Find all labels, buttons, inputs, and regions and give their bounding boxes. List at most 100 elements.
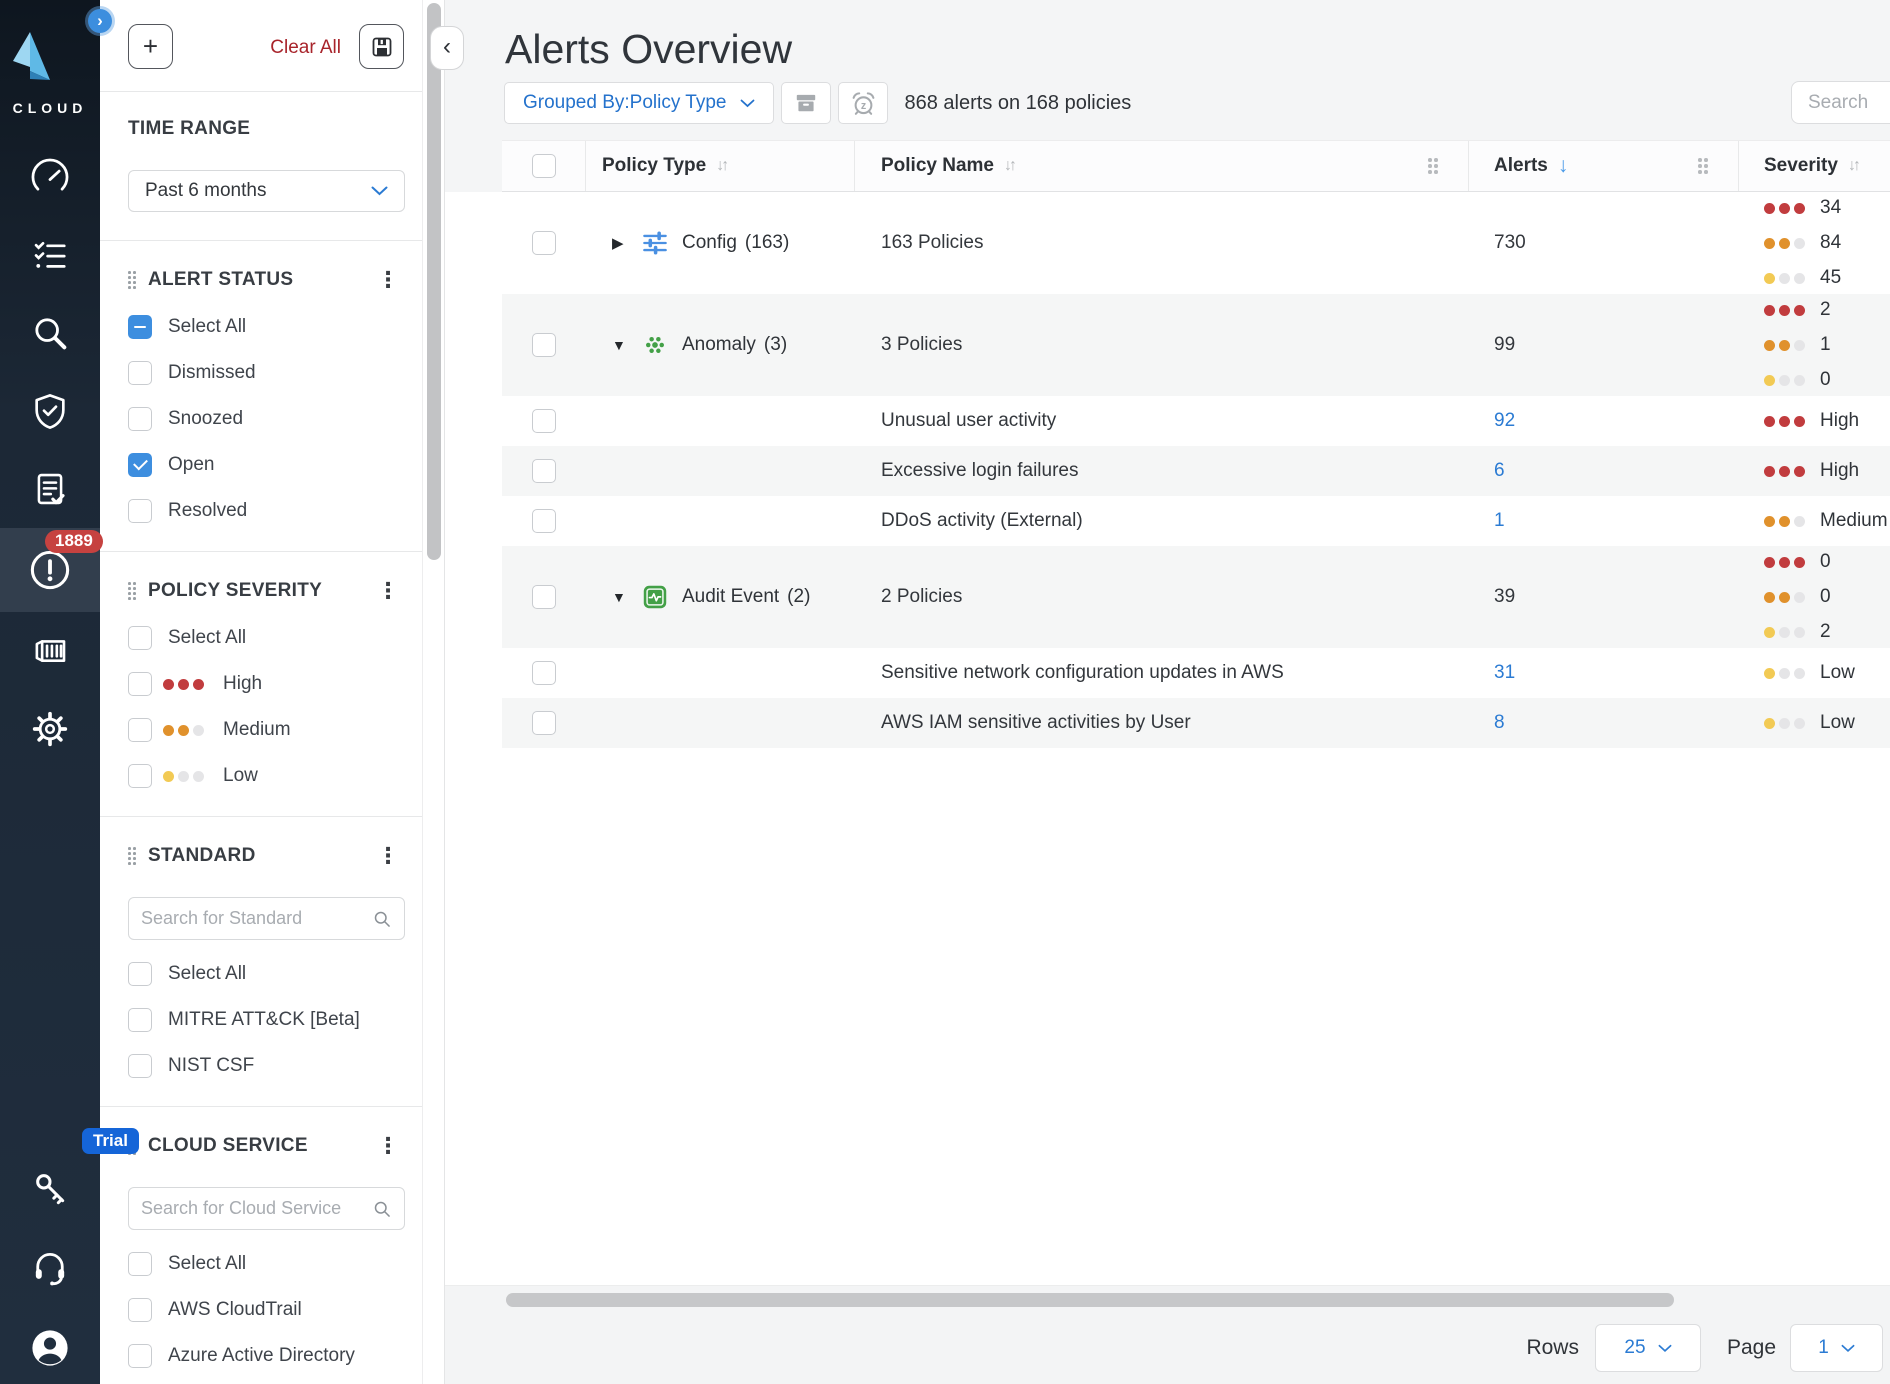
row-checkbox[interactable] <box>532 711 556 735</box>
add-filter-button[interactable] <box>128 24 173 69</box>
column-header-policy-type[interactable]: Policy Type <box>586 141 855 191</box>
row-checkbox[interactable] <box>532 509 556 533</box>
checkbox[interactable] <box>128 764 152 788</box>
cloud-service-option-cloudtrail[interactable]: AWS CloudTrail <box>128 1298 405 1322</box>
clear-all-button[interactable]: Clear All <box>270 37 341 59</box>
sidebar-item-compute[interactable] <box>0 612 100 690</box>
collapse-filters-button[interactable]: ‹ <box>430 26 464 70</box>
collapse-sidebar-button[interactable]: › <box>88 9 112 33</box>
severity-option-select-all[interactable]: Select All <box>128 626 405 650</box>
table-row-policy[interactable]: Unusual user activity 92 High <box>502 396 1890 446</box>
standard-option-nist[interactable]: NIST CSF <box>128 1054 405 1078</box>
row-checkbox[interactable] <box>532 459 556 483</box>
table-row-policy[interactable]: Excessive login failures 6 High <box>502 446 1890 496</box>
row-checkbox[interactable] <box>532 661 556 685</box>
filter-option-select-all[interactable]: Select All <box>128 315 405 339</box>
row-checkbox[interactable] <box>532 231 556 255</box>
alert-count-link[interactable]: 92 <box>1494 410 1515 431</box>
rows-per-page-select[interactable]: 25 <box>1595 1324 1701 1372</box>
table-row-policy[interactable]: AWS IAM sensitive activities by User 8 L… <box>502 698 1890 748</box>
snooze-alerts-button[interactable]: z <box>838 82 888 124</box>
alert-count-link[interactable]: 31 <box>1494 662 1515 683</box>
sort-icon[interactable] <box>1848 157 1858 175</box>
cloud-service-option-select-all[interactable]: Select All <box>128 1252 405 1276</box>
sidebar-item-settings[interactable] <box>0 690 100 768</box>
column-resize-handle[interactable] <box>1428 158 1438 174</box>
cloud-service-search-input[interactable] <box>141 1198 372 1219</box>
sidebar-item-policies[interactable] <box>0 216 100 294</box>
sidebar-item-investigate[interactable] <box>0 294 100 372</box>
filter-option-snoozed[interactable]: Snoozed <box>128 407 405 431</box>
standard-search-input[interactable] <box>141 908 372 929</box>
drag-handle-icon[interactable] <box>128 271 136 289</box>
expand-caret-icon[interactable] <box>612 234 642 252</box>
standard-option-select-all[interactable]: Select All <box>128 962 405 986</box>
sidebar-item-dashboard[interactable] <box>0 138 100 216</box>
table-row-group-anomaly[interactable]: Anomaly (3) 3 Policies 99 2 1 0 <box>502 294 1890 396</box>
checkbox[interactable] <box>128 499 152 523</box>
column-header-alerts[interactable]: Alerts <box>1469 141 1739 191</box>
kebab-menu-icon[interactable] <box>371 843 405 869</box>
dismiss-alerts-button[interactable] <box>781 82 831 124</box>
table-row-group-config[interactable]: Config (163) 163 Policies 730 34 84 45 <box>502 192 1890 294</box>
collapse-caret-icon[interactable] <box>612 589 642 606</box>
checkbox[interactable] <box>128 626 152 650</box>
row-checkbox[interactable] <box>532 409 556 433</box>
checkbox[interactable] <box>128 1252 152 1276</box>
sidebar-item-licensing[interactable]: Trial <box>30 1168 70 1208</box>
standard-search[interactable] <box>128 897 405 940</box>
kebab-menu-icon[interactable] <box>371 1133 405 1159</box>
checkbox-indeterminate[interactable] <box>128 315 152 339</box>
checkbox[interactable] <box>128 1298 152 1322</box>
checkbox[interactable] <box>128 718 152 742</box>
standard-option-mitre[interactable]: MITRE ATT&CK [Beta] <box>128 1008 405 1032</box>
sidebar-item-support[interactable] <box>29 1246 71 1288</box>
sidebar-item-compliance[interactable] <box>0 372 100 450</box>
checkbox-checked[interactable] <box>128 453 152 477</box>
checkbox[interactable] <box>128 1008 152 1032</box>
checkbox[interactable] <box>128 407 152 431</box>
drag-handle-icon[interactable] <box>128 847 136 865</box>
kebab-menu-icon[interactable] <box>371 267 405 293</box>
page-select[interactable]: 1 <box>1790 1324 1883 1372</box>
drag-handle-icon[interactable] <box>128 582 136 600</box>
table-search-input[interactable] <box>1808 92 1890 114</box>
grouped-by-dropdown[interactable]: Grouped By:Policy Type <box>504 82 774 124</box>
table-row-policy[interactable]: Sensitive network configuration updates … <box>502 648 1890 698</box>
severity-option-high[interactable]: High <box>128 672 405 696</box>
table-row-policy[interactable]: DDoS activity (External) 1 Medium <box>502 496 1890 546</box>
severity-option-medium[interactable]: Medium <box>128 718 405 742</box>
checkbox[interactable] <box>128 1344 152 1368</box>
sort-icon[interactable] <box>1004 157 1014 175</box>
app-logo[interactable]: CLOUD <box>0 0 100 116</box>
table-row-group-audit-event[interactable]: Audit Event (2) 2 Policies 39 0 0 2 <box>502 546 1890 648</box>
filter-option-open[interactable]: Open <box>128 453 405 477</box>
alert-count-link[interactable]: 8 <box>1494 712 1505 733</box>
sidebar-item-profile[interactable] <box>28 1326 72 1370</box>
row-checkbox[interactable] <box>532 333 556 357</box>
filter-option-resolved[interactable]: Resolved <box>128 499 405 523</box>
checkbox[interactable] <box>128 1054 152 1078</box>
horizontal-scrollbar-thumb[interactable] <box>506 1293 1674 1307</box>
checkbox[interactable] <box>128 962 152 986</box>
alert-count-link[interactable]: 6 <box>1494 460 1505 481</box>
sort-descending-icon[interactable] <box>1558 154 1569 178</box>
checkbox[interactable] <box>128 361 152 385</box>
column-header-policy-name[interactable]: Policy Name <box>855 141 1469 191</box>
column-header-severity[interactable]: Severity <box>1739 141 1890 191</box>
row-checkbox[interactable] <box>532 585 556 609</box>
cloud-service-search[interactable] <box>128 1187 405 1230</box>
scrollbar-thumb[interactable] <box>427 3 441 560</box>
collapse-caret-icon[interactable] <box>612 337 642 354</box>
column-resize-handle[interactable] <box>1698 158 1708 174</box>
sidebar-item-alerts[interactable]: 1889 <box>0 528 100 612</box>
time-range-dropdown[interactable]: Past 6 months <box>128 170 405 212</box>
sort-icon[interactable] <box>716 157 726 175</box>
checkbox[interactable] <box>128 672 152 696</box>
filter-option-dismissed[interactable]: Dismissed <box>128 361 405 385</box>
save-filter-button[interactable] <box>359 24 404 69</box>
kebab-menu-icon[interactable] <box>371 578 405 604</box>
sidebar-item-reports[interactable] <box>0 450 100 528</box>
table-search[interactable] <box>1791 81 1890 124</box>
cloud-service-option-azure-ad[interactable]: Azure Active Directory <box>128 1344 405 1368</box>
